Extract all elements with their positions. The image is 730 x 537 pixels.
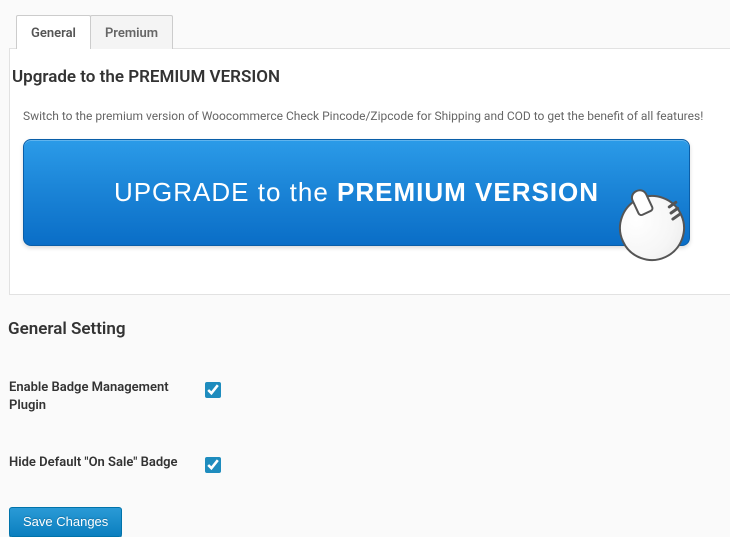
general-setting-heading: General Setting (8, 295, 730, 339)
upgrade-premium-button[interactable]: UPGRADE to the PREMIUM VERSION (23, 139, 690, 246)
settings-tabs: General Premium (16, 14, 730, 48)
upgrade-button-text-leading: UPGRADE to the (114, 177, 337, 207)
save-changes-button[interactable]: Save Changes (9, 507, 122, 537)
upgrade-button-text-strong: PREMIUM VERSION (337, 177, 599, 207)
enable-badge-checkbox[interactable] (205, 382, 221, 398)
field-hide-on-sale-label: Hide Default "On Sale" Badge (9, 454, 199, 472)
upgrade-heading: Upgrade to the PREMIUM VERSION (10, 49, 730, 93)
tab-premium[interactable]: Premium (90, 15, 173, 49)
tab-panel-general: Upgrade to the PREMIUM VERSION Switch to… (9, 48, 730, 295)
field-hide-on-sale: Hide Default "On Sale" Badge (9, 414, 730, 477)
field-enable-badge-label: Enable Badge Management Plugin (9, 379, 199, 414)
field-enable-badge: Enable Badge Management Plugin (9, 339, 730, 414)
upgrade-description: Switch to the premium version of Woocomm… (23, 109, 730, 123)
tab-general[interactable]: General (16, 15, 91, 49)
pointer-hand-icon (608, 184, 696, 272)
hide-on-sale-checkbox[interactable] (205, 457, 221, 473)
